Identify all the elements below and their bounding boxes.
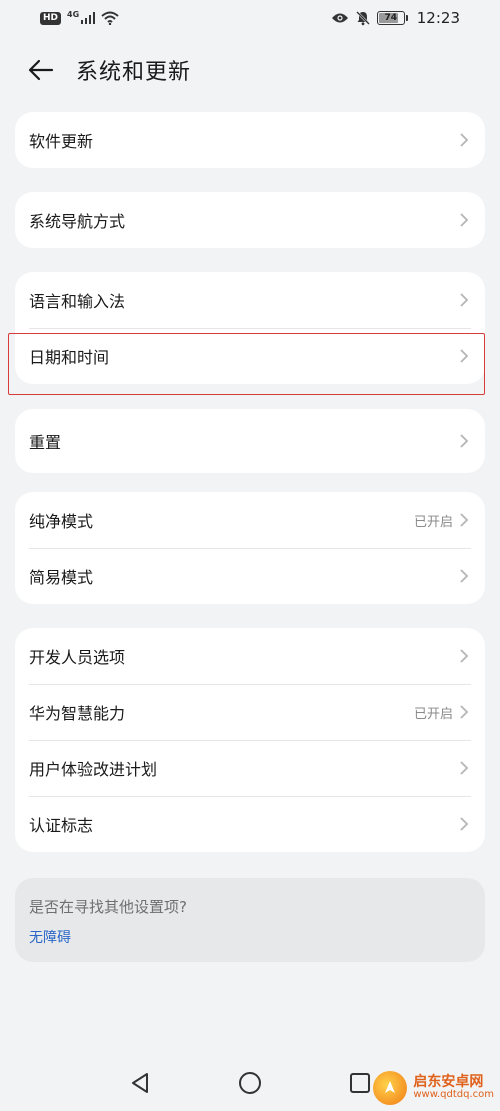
row-label: 认证标志 (29, 816, 94, 835)
row-label: 日期和时间 (29, 348, 110, 367)
row-label: 重置 (29, 433, 62, 452)
status-right: 74 12:23 (331, 9, 460, 27)
nav-home-button[interactable] (235, 1068, 265, 1098)
square-recents-icon (350, 1073, 370, 1093)
network-type: 4G (67, 9, 80, 19)
setting-row-developer-options[interactable]: 开发人员选项 (15, 628, 485, 684)
setting-row-date-time[interactable]: 日期和时间 (15, 328, 485, 384)
row-label: 简易模式 (29, 568, 94, 587)
card-navigation: 系统导航方式 (15, 192, 485, 248)
card-reset: 重置 (15, 409, 485, 473)
setting-row-software-update[interactable]: 软件更新 (15, 112, 485, 168)
chevron-right-icon (460, 569, 469, 583)
triangle-back-icon (132, 1073, 148, 1093)
chevron-right-icon (460, 513, 469, 527)
hd-badge: HD (40, 11, 62, 25)
signal-icon (81, 12, 96, 24)
bell-off-icon (355, 11, 370, 26)
chevron-right-icon (460, 133, 469, 147)
row-label: 用户体验改进计划 (29, 760, 158, 779)
clock: 12:23 (416, 9, 460, 27)
watermark-url: www.qdtdq.com (413, 1089, 494, 1101)
setting-row-huawei-intelligence[interactable]: 华为智慧能力 已开启 (15, 684, 485, 740)
row-label: 系统导航方式 (29, 212, 126, 231)
header: 系统和更新 (0, 48, 500, 92)
row-status: 已开启 (413, 514, 453, 530)
row-label: 纯净模式 (29, 512, 94, 531)
watermark: 启东安卓网 www.qdtdq.com (373, 1071, 494, 1105)
chevron-right-icon (460, 434, 469, 448)
card-software-update: 软件更新 (15, 112, 485, 168)
watermark-logo-icon (373, 1071, 408, 1105)
chevron-right-icon (460, 649, 469, 663)
status-left: HD 4G (40, 9, 119, 25)
wifi-icon (101, 11, 119, 25)
chevron-right-icon (460, 817, 469, 831)
setting-row-user-experience[interactable]: 用户体验改进计划 (15, 740, 485, 796)
setting-row-simple-mode[interactable]: 简易模式 (15, 548, 485, 604)
nav-recents-button[interactable] (345, 1068, 375, 1098)
row-label: 华为智慧能力 (29, 704, 126, 723)
row-label: 语言和输入法 (29, 292, 126, 311)
nav-back-button[interactable] (125, 1068, 155, 1098)
setting-row-reset[interactable]: 重置 (15, 409, 485, 473)
setting-row-navigation[interactable]: 系统导航方式 (15, 192, 485, 248)
eye-icon (331, 13, 348, 23)
battery-text: 74 (384, 13, 398, 23)
watermark-text: 启东安卓网 www.qdtdq.com (413, 1075, 494, 1100)
row-label: 软件更新 (29, 132, 94, 151)
back-arrow-icon (28, 59, 54, 81)
card-developer: 开发人员选项 华为智慧能力 已开启 用户体验改进计划 认证标志 (15, 628, 485, 852)
status-bar: HD 4G 74 12:23 (0, 0, 500, 36)
setting-row-language-input[interactable]: 语言和输入法 (15, 272, 485, 328)
setting-row-pure-mode[interactable]: 纯净模式 已开启 (15, 492, 485, 548)
chevron-right-icon (460, 705, 469, 719)
chevron-right-icon (460, 349, 469, 363)
battery-icon: 74 (376, 11, 408, 25)
card-language-datetime: 语言和输入法 日期和时间 (15, 272, 485, 384)
row-status: 已开启 (413, 706, 453, 722)
setting-row-certification[interactable]: 认证标志 (15, 796, 485, 852)
chevron-right-icon (460, 293, 469, 307)
circle-home-icon (239, 1072, 261, 1094)
page-title: 系统和更新 (76, 60, 192, 85)
chevron-right-icon (460, 213, 469, 227)
accessibility-link[interactable]: 无障碍 (29, 927, 71, 947)
card-modes: 纯净模式 已开启 简易模式 (15, 492, 485, 604)
suggestion-question: 是否在寻找其他设置项? (29, 898, 187, 916)
chevron-right-icon (460, 761, 469, 775)
watermark-name: 启东安卓网 (413, 1074, 484, 1091)
suggestion-card: 是否在寻找其他设置项? 无障碍 (15, 878, 485, 962)
row-label: 开发人员选项 (29, 648, 126, 667)
back-button[interactable] (28, 56, 56, 84)
